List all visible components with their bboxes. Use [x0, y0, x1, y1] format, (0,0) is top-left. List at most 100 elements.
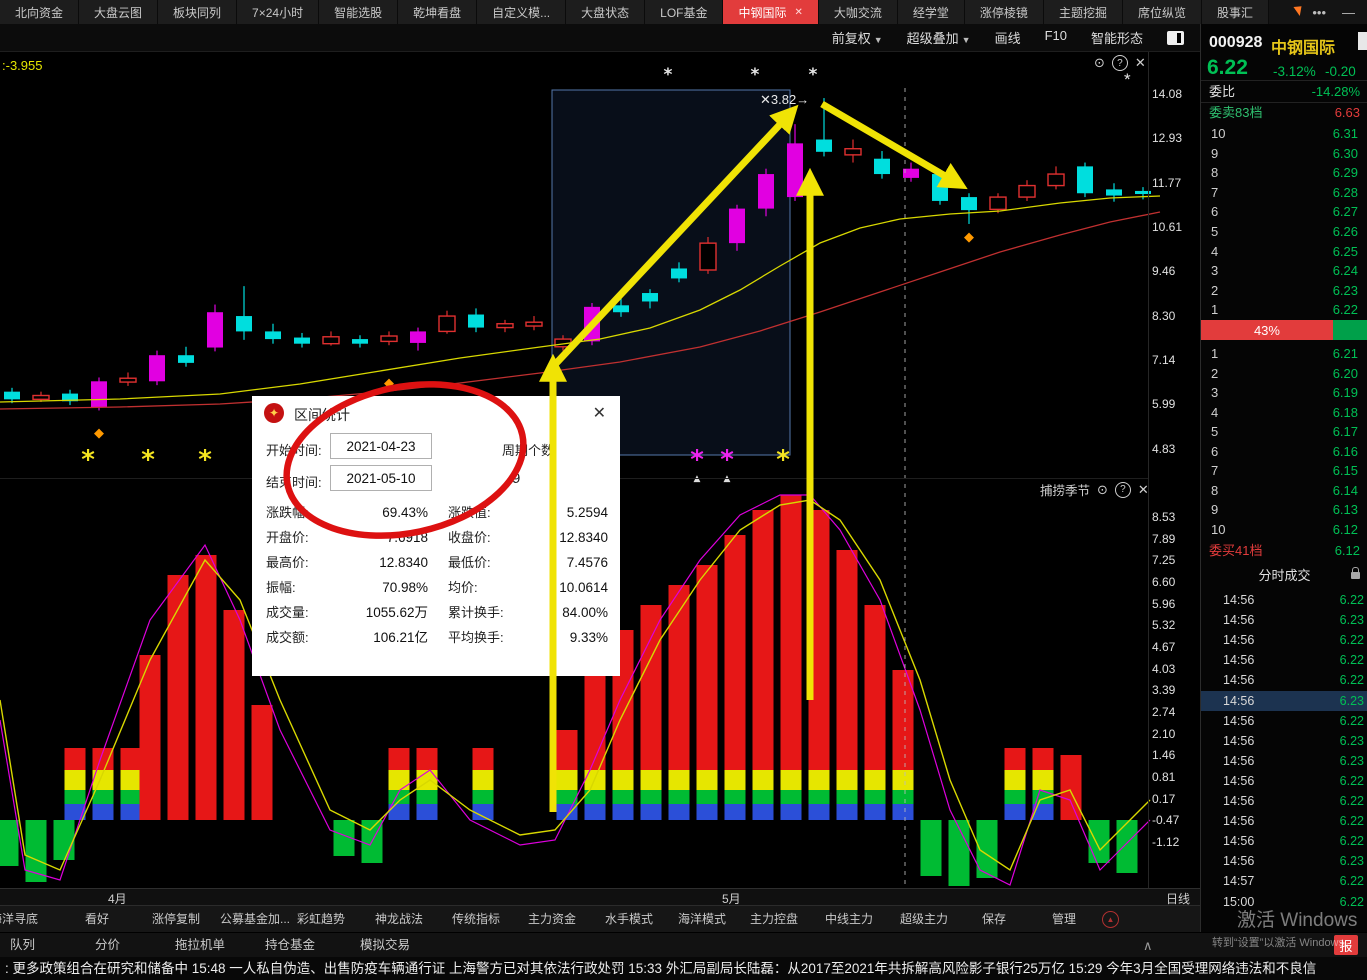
bottom-tab-主力资金[interactable]: 主力资金	[528, 906, 576, 933]
dialog-stat-row: 开盘价:7.6918收盘价:12.8340	[252, 525, 620, 550]
top-tab-板块同列[interactable]: 板块同列	[158, 0, 237, 24]
tick-time: 14:56	[1223, 630, 1254, 650]
toolbar-item-label: 智能形态	[1091, 31, 1143, 46]
bottom-tab-涨停复制[interactable]: 涨停复制	[152, 906, 200, 933]
bottom-tab-公募基金加...[interactable]: 公募基金加...	[220, 906, 290, 933]
ask-row: 66.27	[1201, 202, 1367, 222]
bid-level: 10	[1211, 520, 1225, 540]
bid-level: 4	[1211, 403, 1218, 423]
bottom-tab-水手模式[interactable]: 水手模式	[605, 906, 653, 933]
ask-row: 106.31	[1201, 124, 1367, 144]
top-tab-股事汇[interactable]: 股事汇	[1202, 0, 1269, 24]
ask-price: 6.31	[1333, 124, 1358, 144]
bid-level: 9	[1211, 500, 1218, 520]
toolbar-item-label: 超级叠加	[907, 31, 959, 46]
dialog-stat-row: 最高价:12.8340最低价:7.4576	[252, 550, 620, 575]
y-axis-divider	[1148, 52, 1149, 888]
tick-row: 14:566.23	[1201, 851, 1367, 871]
panel-toggle-icon[interactable]	[1167, 31, 1184, 45]
bid-row: 26.20	[1201, 364, 1367, 384]
collapse-chevron-icon[interactable]: ∧	[1143, 933, 1153, 958]
ask-price: 6.25	[1333, 242, 1358, 262]
top-tab-7×24小时[interactable]: 7×24小时	[237, 0, 319, 24]
settings-icon[interactable]: ⊙	[1094, 55, 1105, 71]
tick-time: 14:56	[1223, 711, 1254, 731]
stat-value: 7.4576	[518, 550, 608, 575]
end-date-input[interactable]: 2021-05-10	[330, 465, 432, 491]
toolbar-item-F10[interactable]: F10	[1045, 28, 1067, 47]
top-tab-北向资金[interactable]: 北向资金	[0, 0, 79, 24]
close-pane-icon[interactable]: ✕	[1138, 482, 1149, 498]
top-tab-智能选股[interactable]: 智能选股	[319, 0, 398, 24]
close-pane-icon[interactable]: ✕	[1135, 55, 1146, 71]
bid-price: 6.12	[1333, 520, 1358, 540]
bid-summary-row: 委买41档 6.12	[1201, 541, 1367, 561]
favorite-star-icon[interactable]: *	[1124, 70, 1131, 90]
bottom-tab2-队列[interactable]: 队列	[10, 933, 35, 958]
top-tab-涨停棱镜[interactable]: 涨停棱镜	[965, 0, 1044, 24]
top-tab-主题挖掘[interactable]: 主题挖掘	[1044, 0, 1123, 24]
minimize-icon[interactable]: —	[1342, 5, 1355, 20]
bottom-tab-保存[interactable]: 保存	[982, 906, 1006, 933]
secondary-tab-bar: ∧ 报 队列分价拖拉机单持仓基金模拟交易	[0, 932, 1367, 958]
close-tab-icon[interactable]: ✕	[795, 7, 803, 18]
collapse-circle-icon[interactable]: ▲	[1102, 911, 1119, 928]
bottom-tab2-持仓基金[interactable]: 持仓基金	[265, 933, 315, 958]
tick-row: 14:566.22	[1201, 771, 1367, 791]
bid-price: 6.16	[1333, 442, 1358, 462]
top-tab-label: 股事汇	[1217, 4, 1253, 21]
top-tab-大盘云图[interactable]: 大盘云图	[79, 0, 158, 24]
bottom-tab-超级主力[interactable]: 超级主力	[900, 906, 948, 933]
start-date-input[interactable]: 2021-04-23	[330, 433, 432, 459]
top-tab-bar: 北向资金大盘云图板块同列7×24小时智能选股乾坤看盘自定义模...大盘状态LOF…	[0, 0, 1367, 24]
bottom-tab-神龙战法[interactable]: 神龙战法	[375, 906, 423, 933]
top-tab-LOF基金[interactable]: LOF基金	[645, 0, 723, 24]
tick-price: 6.22	[1340, 811, 1364, 831]
toolbar-item-前复权[interactable]: 前复权▼	[832, 28, 883, 47]
top-tab-中钢国际[interactable]: 中钢国际✕	[723, 0, 818, 24]
bottom-tab-彩虹趋势[interactable]: 彩虹趋势	[297, 906, 345, 933]
top-tab-乾坤看盘[interactable]: 乾坤看盘	[398, 0, 477, 24]
bottom-tab2-模拟交易[interactable]: 模拟交易	[360, 933, 410, 958]
panel-corner-button[interactable]	[1358, 32, 1367, 50]
lock-icon[interactable]	[1351, 572, 1360, 579]
tick-time: 14:56	[1223, 811, 1254, 831]
bottom-tab-中线主力[interactable]: 中线主力	[825, 906, 873, 933]
ask-summary-row: 委卖83档 6.63	[1201, 103, 1367, 123]
ask-level: 8	[1211, 163, 1218, 183]
bottom-tab-海洋寻底[interactable]: 海洋寻底	[0, 906, 38, 933]
stat-label: 开盘价:	[266, 525, 309, 550]
toolbar-item-超级叠加[interactable]: 超级叠加▼	[907, 28, 971, 47]
top-tab-大盘状态[interactable]: 大盘状态	[566, 0, 645, 24]
settings-icon[interactable]: ⊙	[1097, 482, 1108, 498]
interval-stats-dialog: ✦ 区间统计 ✕ 开始时间: 2021-04-23 周期个数 结束时间: 202…	[252, 396, 620, 676]
bid-level: 7	[1211, 461, 1218, 481]
top-tab-自定义模...[interactable]: 自定义模...	[477, 0, 566, 24]
tab-overflow-icon[interactable]: •••	[1312, 5, 1326, 20]
toolbar-item-画线[interactable]: 画线	[995, 28, 1021, 47]
help-icon[interactable]: ?	[1112, 55, 1128, 71]
toolbar-item-智能形态[interactable]: 智能形态	[1091, 28, 1143, 47]
bid-price: 6.14	[1333, 481, 1358, 501]
ask-row: 56.26	[1201, 222, 1367, 242]
top-tab-经学堂[interactable]: 经学堂	[898, 0, 965, 24]
ask-row: 26.23	[1201, 281, 1367, 301]
bottom-tab-海洋模式[interactable]: 海洋模式	[678, 906, 726, 933]
tick-price: 6.23	[1340, 691, 1364, 711]
stat-label: 累计换手:	[448, 600, 504, 625]
bottom-tab-管理[interactable]: 管理	[1052, 906, 1076, 933]
bottom-tab-传统指标[interactable]: 传统指标	[452, 906, 500, 933]
tick-price: 6.22	[1340, 630, 1364, 650]
windows-watermark-line2: 转到“设置”以激活 Windows。	[1212, 934, 1355, 950]
bottom-tab2-拖拉机单[interactable]: 拖拉机单	[175, 933, 225, 958]
top-tab-大咖交流[interactable]: 大咖交流	[819, 0, 898, 24]
top-tab-席位纵览[interactable]: 席位纵览	[1123, 0, 1202, 24]
ask-price: 6.22	[1333, 300, 1358, 320]
dialog-close-icon[interactable]: ✕	[593, 403, 606, 423]
ask-row: 96.30	[1201, 144, 1367, 164]
bottom-tab-看好[interactable]: 看好	[85, 906, 109, 933]
help-icon[interactable]: ?	[1115, 482, 1131, 498]
bottom-tab2-分价[interactable]: 分价	[95, 933, 120, 958]
stat-label: 涨跌幅:	[266, 500, 309, 525]
bottom-tab-主力控盘[interactable]: 主力控盘	[750, 906, 798, 933]
